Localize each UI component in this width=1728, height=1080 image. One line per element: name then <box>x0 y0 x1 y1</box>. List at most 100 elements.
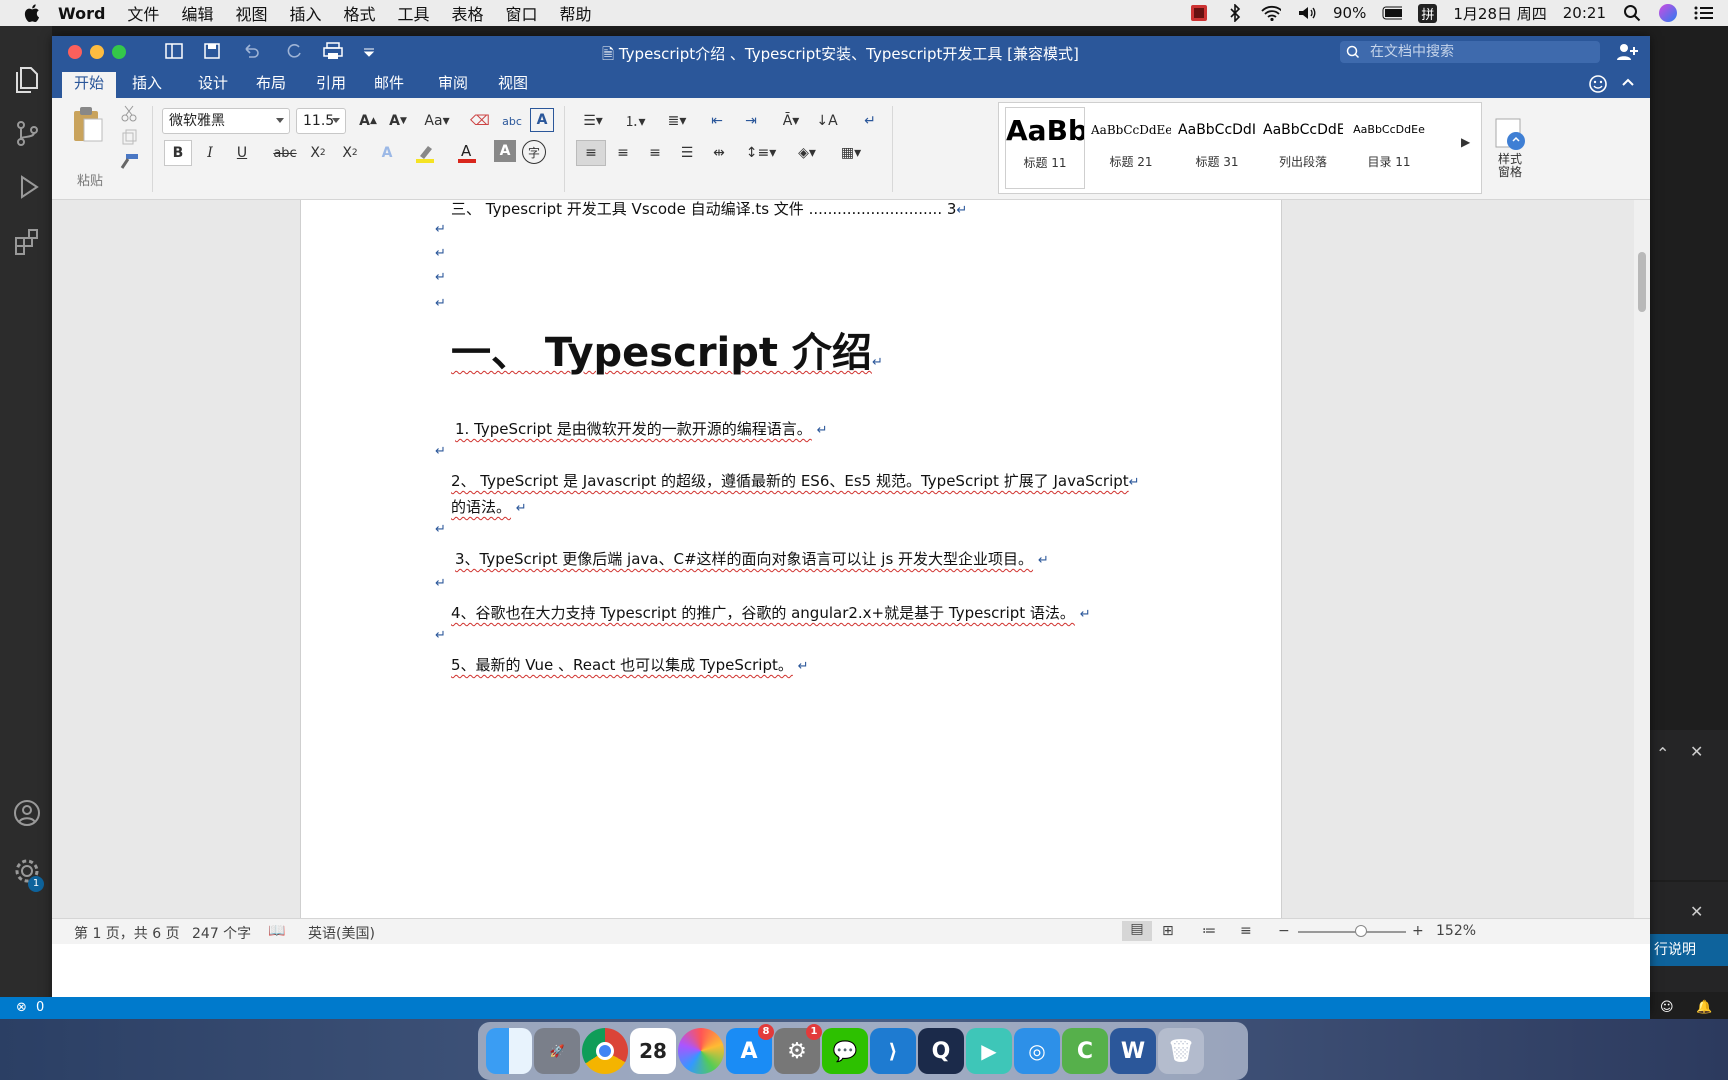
menu-window[interactable]: 窗口 <box>506 1 538 25</box>
close-icon[interactable]: ✕ <box>1690 742 1703 761</box>
battery-icon[interactable] <box>1382 4 1403 22</box>
app-menu-word[interactable]: Word <box>58 4 105 23</box>
menu-tools[interactable]: 工具 <box>398 1 430 25</box>
change-case-icon[interactable]: Aa▾ <box>420 108 454 134</box>
style-heading-2[interactable]: AaBbCcDdEe 标题 21 <box>1091 107 1171 189</box>
volume-icon[interactable] <box>1297 4 1317 22</box>
date-label[interactable]: 1月28日 周四 <box>1453 3 1546 24</box>
zoom-in-button[interactable]: + <box>1412 923 1424 939</box>
camtasia-icon[interactable]: C <box>1062 1028 1108 1074</box>
paragraph-5[interactable]: 5、最新的 Vue 、React 也可以集成 TypeScript。 ↵ <box>451 654 809 675</box>
font-color-icon[interactable]: A <box>452 140 482 166</box>
sidebar-toggle-icon[interactable] <box>164 41 184 61</box>
account-icon[interactable] <box>12 798 42 828</box>
font-name-select[interactable]: 微软雅黑 <box>162 108 290 134</box>
grow-font-icon[interactable]: A ▲ <box>354 108 382 134</box>
vertical-scrollbar[interactable] <box>1634 200 1650 918</box>
undo-icon[interactable] <box>240 41 266 61</box>
tab-review[interactable]: 审阅 <box>426 72 480 98</box>
quicktime-icon[interactable]: Q <box>918 1028 964 1074</box>
spotlight-search-icon[interactable] <box>1622 4 1642 22</box>
character-border-icon[interactable]: A <box>530 108 554 132</box>
trash-icon[interactable]: 🗑 <box>1158 1028 1204 1074</box>
show-formatting-marks-icon[interactable]: ↵ <box>856 108 884 134</box>
close-notification-icon[interactable]: ✕ <box>1690 902 1703 921</box>
redo-icon[interactable] <box>284 41 304 61</box>
distributed-button[interactable]: ⇹ <box>704 140 734 166</box>
run-debug-icon[interactable] <box>12 172 42 202</box>
toc-line[interactable]: 三、 Typescript 开发工具 Vscode 自动编译.ts 文件 ...… <box>451 200 967 219</box>
zoom-level[interactable]: 152% <box>1436 923 1476 939</box>
superscript-button[interactable]: X2 <box>336 140 364 166</box>
vscode-icon[interactable]: ⟩ <box>870 1028 916 1074</box>
menu-help[interactable]: 帮助 <box>560 1 592 25</box>
menu-edit[interactable]: 编辑 <box>181 1 213 25</box>
scrollbar-thumb[interactable] <box>1638 252 1646 312</box>
multilevel-list-icon[interactable]: ≣▾ <box>658 108 696 134</box>
character-shading-icon[interactable]: A <box>494 140 516 162</box>
proofing-icon[interactable]: 📖 <box>268 923 285 939</box>
zoom-slider[interactable] <box>1298 925 1406 937</box>
italic-button[interactable]: I <box>196 140 224 166</box>
time-label[interactable]: 20:21 <box>1563 4 1606 22</box>
chrome-icon[interactable] <box>582 1028 628 1074</box>
system-preferences-icon[interactable]: ⚙ 1 <box>774 1024 822 1074</box>
menu-view[interactable]: 视图 <box>235 1 267 25</box>
siri-icon[interactable] <box>1658 4 1678 22</box>
style-toc-1[interactable]: AaBbCcDdEe 目录 11 <box>1349 107 1429 189</box>
align-left-button[interactable]: ≡ <box>576 140 606 166</box>
source-control-icon[interactable] <box>12 118 42 148</box>
photos-icon[interactable] <box>678 1028 724 1074</box>
bold-button[interactable]: B <box>164 140 192 166</box>
styles-more-arrow-icon[interactable]: ▶ <box>1461 135 1470 149</box>
input-method-icon[interactable]: 拼 <box>1418 3 1438 23</box>
tab-home[interactable]: 开始 <box>62 72 117 98</box>
collapse-ribbon-icon[interactable] <box>1620 74 1636 90</box>
extensions-icon[interactable] <box>12 226 42 256</box>
decrease-indent-icon[interactable]: ⇤ <box>702 108 732 134</box>
bluetooth-icon[interactable] <box>1225 4 1245 22</box>
tab-design[interactable]: 设计 <box>186 72 240 98</box>
zoom-out-button[interactable]: − <box>1278 923 1290 939</box>
style-heading-1[interactable]: AaBb 标题 11 <box>1005 107 1085 189</box>
feedback-smiley-icon[interactable] <box>1588 74 1610 94</box>
paragraph-4[interactable]: 4、谷歌也在大力支持 Typescript 的推广，谷歌的 angular2.x… <box>451 602 1091 623</box>
tab-mailings[interactable]: 邮件 <box>362 72 416 98</box>
web-layout-view-icon[interactable]: ⊞ <box>1162 923 1174 939</box>
tab-references[interactable]: 引用 <box>304 72 358 98</box>
finder-icon[interactable] <box>486 1028 532 1074</box>
styles-pane-button[interactable]: 样式 窗格 <box>1488 102 1532 194</box>
increase-indent-icon[interactable]: ⇥ <box>736 108 766 134</box>
close-window-button[interactable] <box>68 45 82 59</box>
save-icon[interactable] <box>202 41 222 61</box>
numbering-icon[interactable]: ⒈▾ <box>616 108 654 134</box>
errors-icon[interactable]: ⊗ <box>16 1000 27 1015</box>
print-layout-view-icon[interactable]: ▤ <box>1122 921 1152 941</box>
calendar-icon[interactable]: 28 <box>630 1028 676 1074</box>
outline-view-icon[interactable]: ≔ <box>1202 923 1216 939</box>
font-size-select[interactable]: 11.5 <box>296 108 346 134</box>
tab-view[interactable]: 视图 <box>486 72 540 98</box>
word-icon[interactable]: W <box>1110 1028 1156 1074</box>
customize-toolbar-icon[interactable] <box>362 41 376 61</box>
menu-format[interactable]: 格式 <box>343 1 375 25</box>
cut-icon[interactable] <box>120 104 138 122</box>
launchpad-icon[interactable]: 🚀 <box>534 1028 580 1074</box>
shrink-font-icon[interactable]: A ▼ <box>384 108 412 134</box>
screen-record-icon[interactable] <box>1189 4 1209 22</box>
feedback-icon[interactable]: ☺ <box>1660 1000 1674 1015</box>
draft-view-icon[interactable]: ≡ <box>1240 923 1252 939</box>
screenshot-search-icon[interactable]: ◎ <box>1014 1028 1060 1074</box>
menu-table[interactable]: 表格 <box>452 1 484 25</box>
clear-formatting-icon[interactable]: ⌫ <box>466 108 494 134</box>
tab-layout[interactable]: 布局 <box>244 72 298 98</box>
phonetic-guide-icon[interactable]: abc <box>498 108 526 134</box>
page-count[interactable]: 第 1 页，共 6 页 <box>74 923 180 943</box>
minimize-window-button[interactable] <box>90 45 104 59</box>
paste-button[interactable] <box>64 104 110 144</box>
menu-file[interactable]: 文件 <box>127 1 159 25</box>
explain-button[interactable]: 行说明 <box>1650 934 1728 966</box>
paragraph-3[interactable]: 3、TypeScript 更像后端 java、C#这样的面向对象语言可以让 js… <box>455 548 1049 569</box>
highlight-color-icon[interactable] <box>410 140 440 166</box>
wifi-icon[interactable] <box>1261 4 1281 22</box>
